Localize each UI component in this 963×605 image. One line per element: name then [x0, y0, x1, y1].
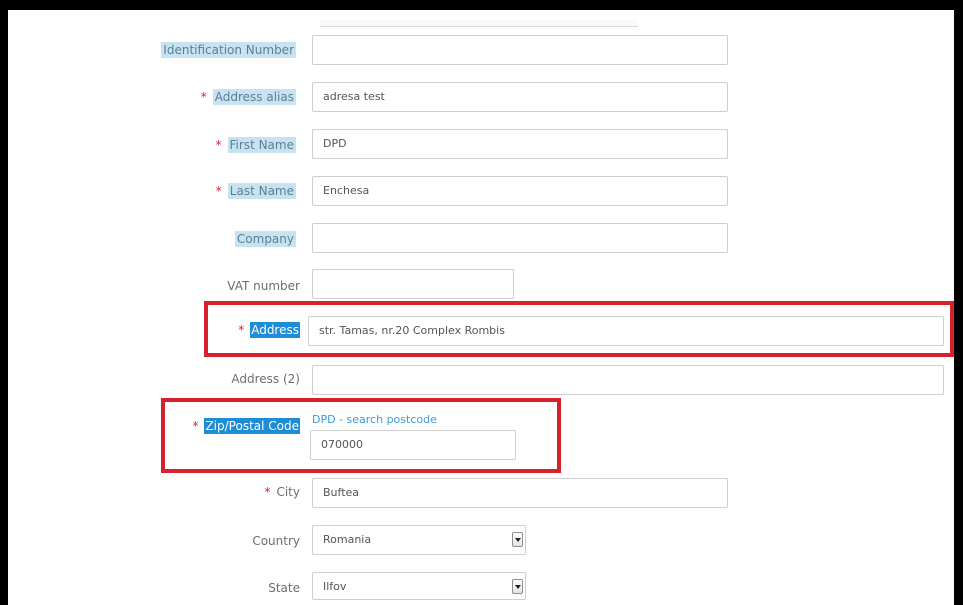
vat-number-input[interactable]	[312, 269, 514, 299]
vat-number-label: VAT number	[227, 279, 300, 293]
address-input[interactable]: str. Tamas, nr.20 Complex Rombis	[308, 316, 944, 346]
country-select[interactable]: Romania	[312, 525, 526, 555]
zip-label: * Zip/Postal Code	[192, 418, 300, 434]
identification-number-input[interactable]	[312, 35, 728, 65]
city-label-text: City	[276, 485, 300, 499]
company-label: Company	[234, 231, 296, 247]
last-name-label-text: Last Name	[227, 183, 296, 199]
required-mark: *	[215, 184, 222, 198]
address-alias-label: * Address alias	[201, 89, 296, 105]
previous-field-edge	[320, 20, 638, 27]
required-mark: *	[215, 138, 222, 152]
state-label: State	[268, 581, 300, 595]
required-mark: *	[264, 485, 271, 499]
chevron-down-icon[interactable]	[512, 579, 523, 594]
state-selected-value: Ilfov	[323, 580, 347, 593]
search-postcode-link[interactable]: DPD - search postcode	[312, 413, 437, 426]
state-select[interactable]: Ilfov	[312, 572, 526, 600]
zip-input[interactable]: 070000	[310, 430, 516, 460]
zip-label-text: Zip/Postal Code	[204, 418, 300, 434]
required-mark: *	[238, 323, 245, 337]
chevron-down-icon[interactable]	[512, 532, 523, 547]
last-name-label: * Last Name	[216, 183, 296, 199]
first-name-label: * First Name	[216, 137, 296, 153]
address-label: * Address	[238, 322, 300, 338]
first-name-input[interactable]: DPD	[312, 129, 728, 159]
country-selected-value: Romania	[323, 533, 372, 546]
city-input[interactable]: Buftea	[312, 478, 728, 508]
address2-label: Address (2)	[231, 372, 300, 386]
required-mark: *	[192, 419, 199, 433]
address-alias-input[interactable]: adresa test	[312, 82, 728, 112]
identification-number-label-text: Identification Number	[161, 42, 296, 58]
city-label: * City	[264, 484, 300, 500]
company-input[interactable]	[312, 223, 728, 253]
identification-number-label: Identification Number	[161, 42, 296, 58]
company-label-text: Company	[234, 231, 296, 247]
first-name-label-text: First Name	[227, 137, 296, 153]
last-name-input[interactable]: Enchesa	[312, 176, 728, 206]
address2-input[interactable]	[312, 365, 944, 395]
country-label: Country	[252, 534, 300, 548]
required-mark: *	[200, 90, 207, 104]
address-alias-label-text: Address alias	[212, 89, 296, 105]
address-label-text: Address	[250, 322, 300, 338]
